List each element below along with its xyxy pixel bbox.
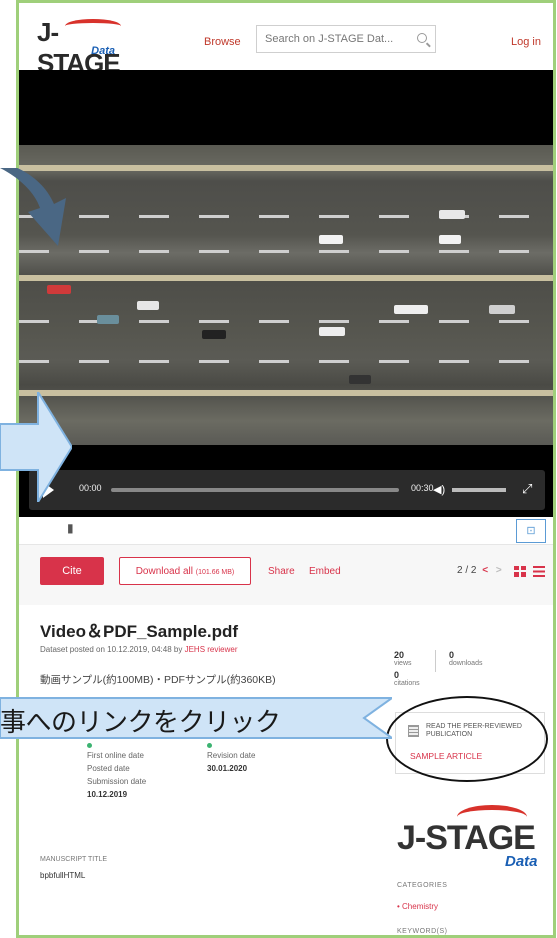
share-link[interactable]: Share [268,566,295,577]
search-icon[interactable] [417,33,427,43]
stats-divider [435,650,436,672]
current-time: 00:00 [79,483,102,493]
embed-link[interactable]: Embed [309,566,341,577]
video-progress-bar[interactable] [111,488,399,492]
downloads-stat: 0 downloads [449,650,509,667]
browser-frame: J-STAGE Data Browse Search on J-STAGE Da… [16,0,556,938]
downloads-label: downloads [449,660,483,667]
car [97,315,119,324]
road-median [19,390,553,396]
callout-banner: 事へのリンクをクリック [0,692,392,744]
logo-swoosh-icon [65,19,121,33]
search-placeholder: Search on J-STAGE Dat... [265,33,394,45]
sidebar-logo-subtext: Data [505,853,538,870]
callout-text: 事へのリンクをクリック [0,708,281,738]
car [137,301,159,310]
author-link[interactable]: JEHS reviewer [185,645,238,654]
document-icon [408,725,419,737]
road-median [19,165,553,171]
video-frame-highway [19,145,553,445]
fullscreen-icon[interactable]: ⤢ [522,481,532,497]
video-player[interactable]: 00:00 00:30 ◀) ⤢ [19,70,553,517]
peer-review-box: READ THE PEER-REVIEWED PUBLICATION SAMPL… [395,712,545,774]
volume-slider[interactable] [452,488,506,492]
pager-count: 2 / 2 [457,565,477,576]
dataset-content: Video＆PDF_Sample.pdf Dataset posted on 1… [19,605,553,935]
expand-icon[interactable]: ⊡ [516,519,546,543]
file-toolbar: ▮ ⊡ [19,517,553,545]
car [319,235,343,244]
views-stat: 20 views [394,650,454,667]
citations-label: citations [394,680,420,687]
car [439,210,465,219]
sample-article-link[interactable]: SAMPLE ARTICLE [410,751,482,761]
category-link[interactable]: • Chemistry [397,902,438,911]
login-link[interactable]: Log in [511,36,541,48]
posted-info: Dataset posted on 10.12.2019, 04:48 by J… [40,645,237,654]
lane-marking [19,250,553,253]
action-bar: Cite Download all (101.66 MB) Share Embe… [19,545,553,605]
road-median [19,275,553,281]
list-view-icon[interactable] [533,566,545,577]
dataset-title: Video＆PDF_Sample.pdf [40,622,239,641]
revision-date-label: Revision date [207,751,256,760]
search-input[interactable]: Search on J-STAGE Dat... [256,25,436,53]
keywords-label: KEYWORD(S) [397,928,448,935]
manuscript-title-value: bpbfullHTML [40,871,86,880]
views-count: 20 [394,650,405,660]
car [319,327,345,336]
volume-icon[interactable]: ◀) [433,483,445,496]
car [394,305,428,314]
posted-date-label: Posted date [87,764,130,773]
first-online-label: First online date [87,751,144,760]
car [202,330,226,339]
curved-arrow-icon [0,168,66,246]
revision-date-value: 30.01.2020 [207,764,248,773]
posted-text: Dataset posted on 10.12.2019, 04:48 by [40,645,183,654]
site-header: J-STAGE Data Browse Search on J-STAGE Da… [19,3,553,78]
chevron-left-icon[interactable]: < [482,565,488,576]
download-all-label: Download all [135,565,193,577]
categories-label: CATEGORIES [397,882,448,889]
car [47,285,71,294]
browse-link[interactable]: Browse [204,36,241,48]
manuscript-title-label: MANUSCRIPT TITLE [40,856,108,863]
citations-count: 0 [394,670,400,680]
views-label: views [394,660,412,667]
jstage-logo[interactable]: J-STAGE Data [37,17,137,78]
logo-subtext: Data [91,45,115,57]
sidebar-jstage-logo[interactable]: J-STAGE Data [397,805,547,875]
pin-icon[interactable]: ▮ [67,521,74,535]
download-all-button[interactable]: Download all (101.66 MB) [119,557,251,585]
car [439,235,461,244]
right-arrow-icon [0,392,72,502]
dataset-description: 動画サンプル(約100MB)・PDFサンプル(約360KB) [40,674,276,686]
citations-stat: 0 citations [394,670,454,687]
car [489,305,515,314]
cite-button[interactable]: Cite [40,557,104,585]
downloads-count: 0 [449,650,455,660]
lane-marking [19,215,553,218]
total-time: 00:30 [411,483,434,493]
car [349,375,371,384]
peer-review-title: READ THE PEER-REVIEWED PUBLICATION [426,723,522,738]
submission-date-label: Submission date [87,777,147,786]
chevron-right-icon[interactable]: > [496,565,502,576]
download-size: (101.66 MB) [195,568,235,576]
lane-marking [19,360,553,363]
submission-date-value: 10.12.2019 [87,790,128,799]
video-controls: 00:00 00:30 ◀) ⤢ [29,470,545,510]
file-pager: 2 / 2 < > [457,565,502,576]
grid-view-icon[interactable] [514,566,526,577]
